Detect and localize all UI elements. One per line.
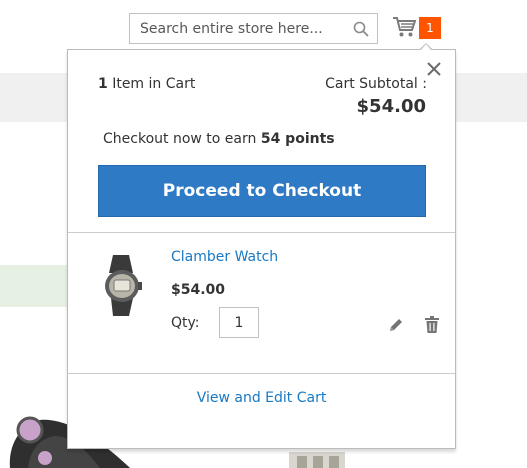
- cart-icon[interactable]: [392, 16, 416, 38]
- view-and-edit-cart-link[interactable]: View and Edit Cart: [68, 390, 455, 406]
- trash-icon[interactable]: [424, 315, 440, 334]
- search-box: [129, 13, 378, 44]
- subtotal-label: Cart Subtotal :: [325, 76, 427, 92]
- reward-points-message: Checkout now to earn 54 points: [103, 131, 335, 147]
- product-image[interactable]: [95, 253, 155, 318]
- qty-label: Qty:: [171, 315, 200, 331]
- items-count-number: 1: [98, 76, 108, 92]
- cart-counter-badge[interactable]: 1: [419, 17, 441, 39]
- search-icon[interactable]: [353, 21, 369, 37]
- product-name-link[interactable]: Clamber Watch: [171, 249, 278, 265]
- close-icon[interactable]: [425, 60, 443, 78]
- pencil-icon[interactable]: [388, 317, 404, 333]
- reward-points-prefix: Checkout now to earn: [103, 131, 257, 147]
- items-count-label: Item in Cart: [112, 76, 196, 92]
- reward-points-value: 54 points: [260, 131, 335, 147]
- divider: [68, 373, 455, 374]
- items-count: 1 Item in Cart: [98, 76, 195, 92]
- qty-input[interactable]: [219, 307, 259, 338]
- divider: [68, 232, 455, 233]
- search-input[interactable]: [138, 19, 352, 38]
- proceed-to-checkout-button[interactable]: Proceed to Checkout: [98, 165, 426, 217]
- product-price: $54.00: [171, 282, 226, 298]
- subtotal-price: $54.00: [356, 96, 426, 117]
